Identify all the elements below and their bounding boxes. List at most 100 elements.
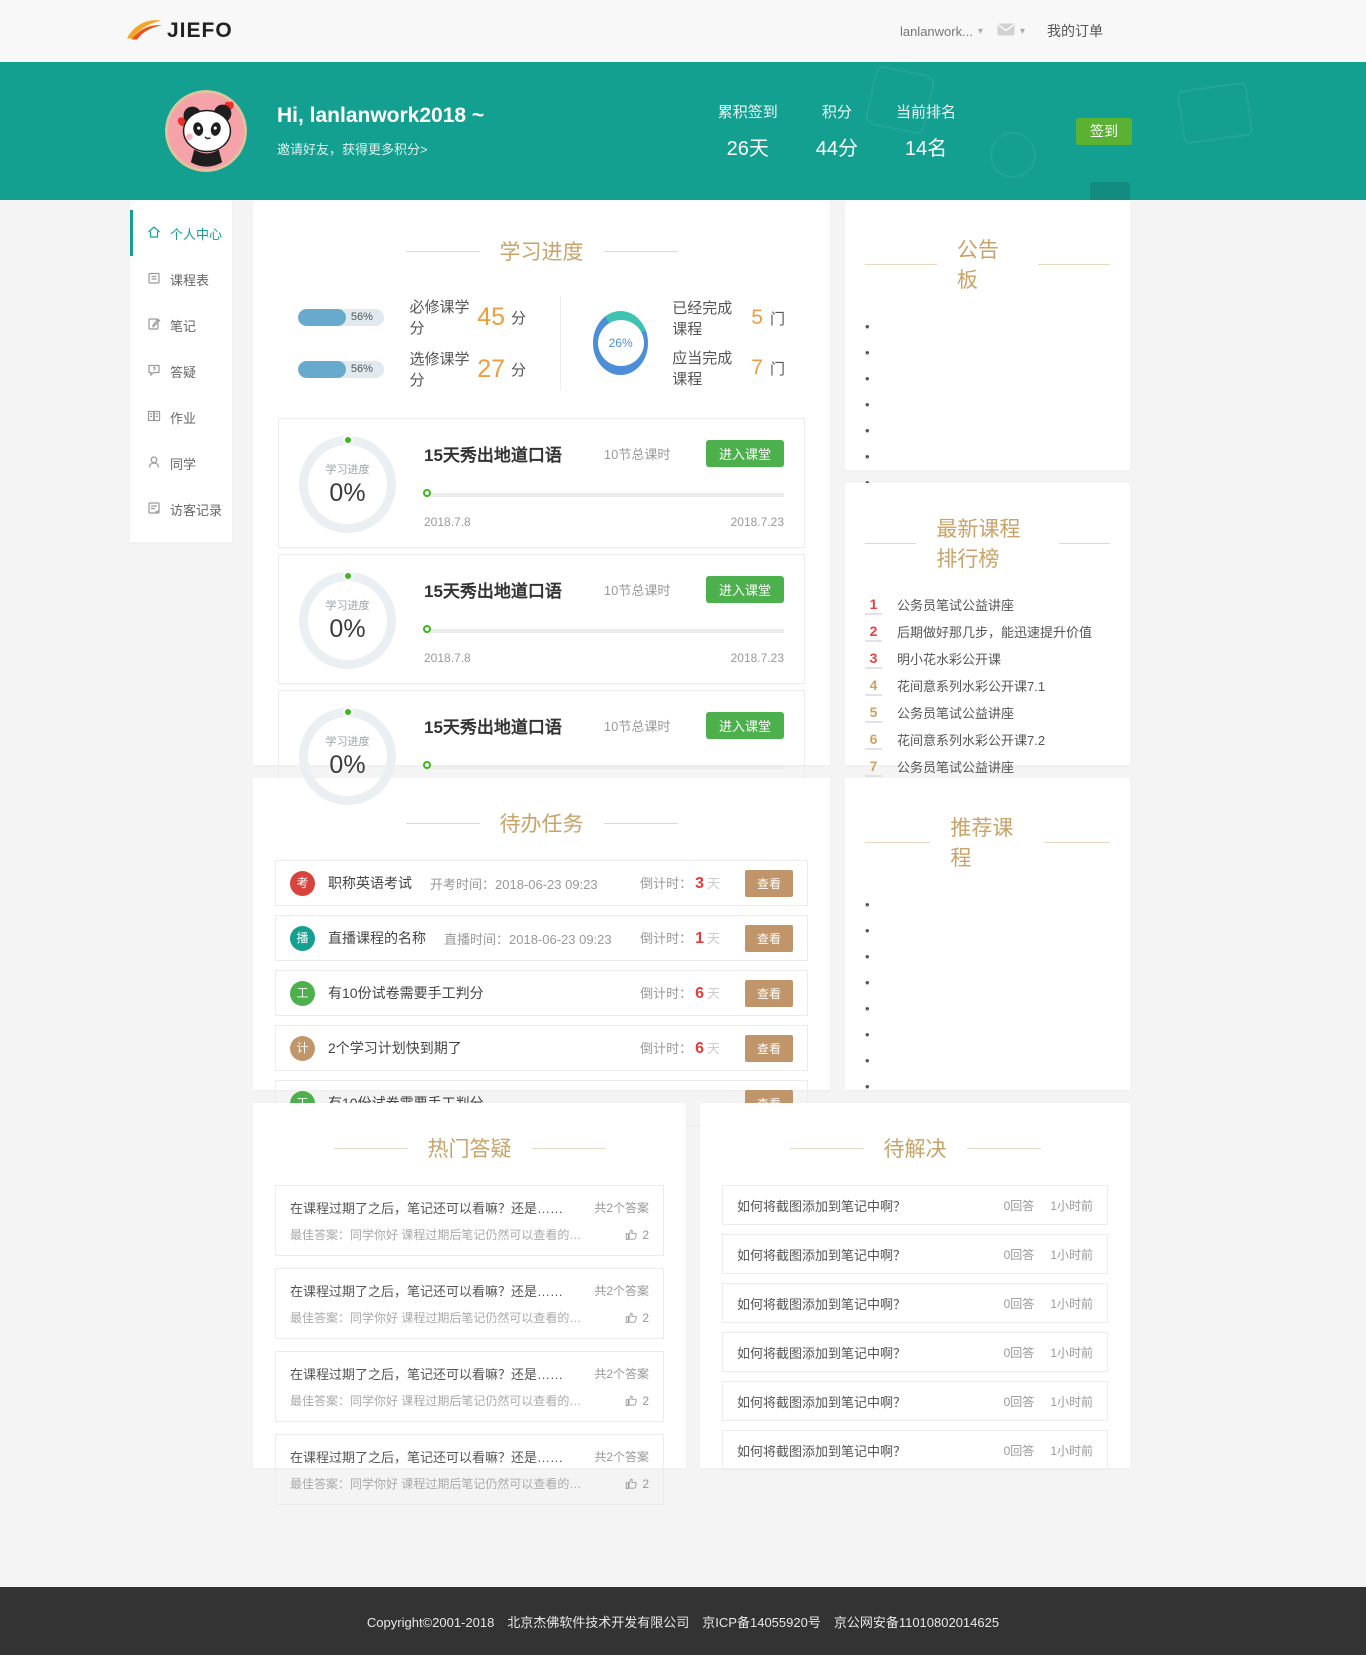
stat-block: 当前排名 14名 [896, 101, 956, 161]
sidebar-item-personal-center[interactable]: 个人中心 [130, 210, 232, 256]
thumbs-up-icon [625, 1311, 638, 1324]
pending-question: 如何将截图添加到笔记中啊？ [737, 1245, 1004, 1264]
qa-likes[interactable]: 2 [625, 1311, 649, 1325]
course-start-date: 2018.7.8 [424, 651, 471, 665]
recommended-item[interactable] [865, 1048, 1110, 1074]
task-countdown: 倒计时： 3 天 [640, 873, 720, 893]
pending-question: 如何将截图添加到笔记中啊？ [737, 1343, 1004, 1362]
task-row: 播 直播课程的名称 直播时间：2018-06-23 09:23 倒计时： 1 天… [275, 915, 808, 961]
sidebar-item-qa[interactable]: 答疑 [130, 348, 232, 394]
copyright-text: Copyright©2001-2018 北京杰佛软件技术开发有限公司 京ICP备… [367, 1612, 999, 1631]
sidebar-item-schedule[interactable]: 课程表 [130, 256, 232, 302]
pending-reply-count: 0回答 [1004, 1246, 1035, 1263]
messages-menu[interactable]: ▾ [997, 23, 1025, 39]
task-row: 考 职称英语考试 开考时间：2018-06-23 09:23 倒计时： 3 天 … [275, 860, 808, 906]
stat-block: 积分 44分 [816, 101, 858, 161]
notice-item[interactable] [865, 418, 1110, 444]
sidebar-item-visitor-log[interactable]: 访客记录 [130, 486, 232, 532]
completion-row: 已经完成课程 5 门 [672, 297, 785, 339]
footer: Copyright©2001-2018 北京杰佛软件技术开发有限公司 京ICP备… [0, 1587, 1366, 1655]
qa-item[interactable]: 在课程过期了之后，笔记还可以看嘛？还是…… 共2个答案 最佳答案：同学你好 课程… [275, 1434, 664, 1505]
sidebar-item-label: 笔记 [170, 316, 196, 335]
qa-likes[interactable]: 2 [625, 1394, 649, 1408]
pending-item[interactable]: 如何将截图添加到笔记中啊？ 0回答 1小时前 [722, 1332, 1108, 1372]
notice-item[interactable] [865, 392, 1110, 418]
thumbs-up-icon [625, 1394, 638, 1407]
my-orders-link[interactable]: 我的订单 [1047, 21, 1103, 41]
recommended-item[interactable] [865, 970, 1110, 996]
qa-item[interactable]: 在课程过期了之后，笔记还可以看嘛？还是…… 共2个答案 最佳答案：同学你好 课程… [275, 1185, 664, 1256]
pending-item[interactable]: 如何将截图添加到笔记中啊？ 0回答 1小时前 [722, 1283, 1108, 1323]
pending-item[interactable]: 如何将截图添加到笔记中啊？ 0回答 1小时前 [722, 1430, 1108, 1470]
task-type-badge: 计 [290, 1036, 315, 1061]
qa-likes[interactable]: 2 [625, 1228, 649, 1242]
user-menu[interactable]: lanlanwork... ▾ [900, 24, 983, 39]
ranking-row[interactable]: 2 后期做好那几步，能迅速提升价值 [865, 618, 1110, 645]
sign-in-button[interactable]: 签到 [1076, 118, 1132, 145]
donut-percent: 26% [598, 320, 644, 366]
pending-question: 如何将截图添加到笔记中啊？ [737, 1441, 1004, 1460]
recommended-item[interactable] [865, 996, 1110, 1022]
sidebar-item-label: 访客记录 [170, 500, 222, 519]
pending-item[interactable]: 如何将截图添加到笔记中啊？ 0回答 1小时前 [722, 1234, 1108, 1274]
greeting: Hi, lanlanwork2018 ~ [277, 104, 484, 128]
hero-banner: Hi, lanlanwork2018 ~ 邀请好友，获得更多积分> 累积签到 2… [0, 62, 1366, 200]
pending-item[interactable]: 如何将截图添加到笔记中啊？ 0回答 1小时前 [722, 1381, 1108, 1421]
ranking-row[interactable]: 4 花间意系列水彩公开课7.1 [865, 672, 1110, 699]
qa-like-count: 2 [642, 1311, 649, 1325]
ranking-row[interactable]: 1 公务员笔试公益讲座 [865, 591, 1110, 618]
thumbs-up-icon [625, 1477, 638, 1490]
task-countdown: 倒计时： 6 天 [640, 983, 720, 1003]
view-button[interactable]: 查看 [745, 980, 793, 1007]
recommended-item[interactable] [865, 1022, 1110, 1048]
recommended-item[interactable] [865, 1074, 1110, 1100]
rank-number: 1 [865, 595, 882, 615]
todo-tasks-card: 待办任务 考 职称英语考试 开考时间：2018-06-23 09:23 倒计时：… [253, 778, 830, 1090]
enter-classroom-button[interactable]: 进入课堂 [706, 576, 784, 603]
qa-answer-count: 共2个答案 [594, 1448, 649, 1465]
notice-item[interactable] [865, 444, 1110, 470]
view-button[interactable]: 查看 [745, 1035, 793, 1062]
qa-best-answer: 最佳答案：同学你好 课程过期后笔记仍然可以查看的… [290, 1309, 615, 1326]
rank-number: 4 [865, 676, 882, 696]
pending-time: 1小时前 [1050, 1442, 1093, 1459]
course-title: 15天秀出地道口语 [424, 577, 562, 602]
ranking-row[interactable]: 6 花间意系列水彩公开课7.2 [865, 726, 1110, 753]
pending-item[interactable]: 如何将截图添加到笔记中啊？ 0回答 1小时前 [722, 1185, 1108, 1225]
sidebar-item-homework[interactable]: 作业 [130, 394, 232, 440]
notice-item[interactable] [865, 366, 1110, 392]
recommended-item[interactable] [865, 892, 1110, 918]
recommended-list [865, 892, 1110, 1126]
qa-likes[interactable]: 2 [625, 1477, 649, 1491]
task-type-badge: 考 [290, 871, 315, 896]
credit-unit: 分 [511, 307, 526, 328]
course-progress-ring: 学习进度 0% [299, 436, 396, 533]
section-title-learning-progress: 学习进度 [278, 236, 805, 266]
ranking-row[interactable]: 7 公务员笔试公益讲座 [865, 753, 1110, 780]
ranking-row[interactable]: 5 公务员笔试公益讲座 [865, 699, 1110, 726]
view-button[interactable]: 查看 [745, 870, 793, 897]
pending-question: 如何将截图添加到笔记中啊？ [737, 1392, 1004, 1411]
notice-item[interactable] [865, 340, 1110, 366]
timeline-dot [423, 489, 431, 497]
enter-classroom-button[interactable]: 进入课堂 [706, 712, 784, 739]
section-title-ranking: 最新课程排行榜 [865, 513, 1110, 573]
brand-logo[interactable]: JIEFO [125, 16, 233, 47]
notice-item[interactable] [865, 314, 1110, 340]
qa-item[interactable]: 在课程过期了之后，笔记还可以看嘛？还是…… 共2个答案 最佳答案：同学你好 课程… [275, 1268, 664, 1339]
qa-item[interactable]: 在课程过期了之后，笔记还可以看嘛？还是…… 共2个答案 最佳答案：同学你好 课程… [275, 1351, 664, 1422]
sidebar-item-notes[interactable]: 笔记 [130, 302, 232, 348]
enter-classroom-button[interactable]: 进入课堂 [706, 440, 784, 467]
recommended-item[interactable] [865, 918, 1110, 944]
pending-reply-count: 0回答 [1004, 1442, 1035, 1459]
ranking-row[interactable]: 3 明小花水彩公开课 [865, 645, 1110, 672]
sidebar-item-label: 个人中心 [170, 224, 222, 243]
qa-answer-count: 共2个答案 [594, 1199, 649, 1216]
timeline-dot [423, 761, 431, 769]
sidebar-item-classmates[interactable]: 同学 [130, 440, 232, 486]
stat-block: 累积签到 26天 [718, 101, 778, 161]
view-button[interactable]: 查看 [745, 925, 793, 952]
recommended-item[interactable] [865, 944, 1110, 970]
schedule-icon [146, 270, 162, 289]
invite-friends-link[interactable]: 邀请好友，获得更多积分> [277, 139, 484, 158]
